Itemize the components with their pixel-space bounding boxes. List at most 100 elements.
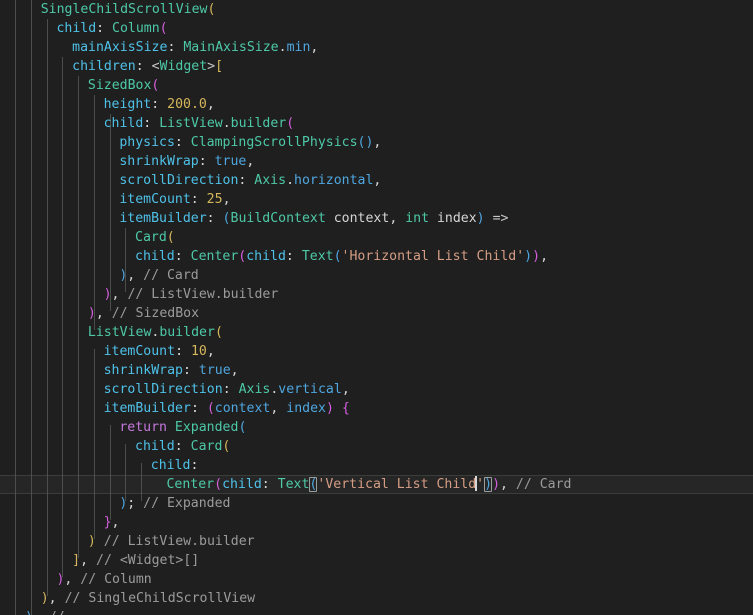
code-line[interactable]: ), // SingleChildScrollView bbox=[0, 589, 753, 608]
code-line[interactable]: itemBuilder: (context, index) { bbox=[0, 399, 753, 418]
code-line[interactable]: child: Center(child: Text('Horizontal Li… bbox=[0, 247, 753, 266]
code-editor[interactable]: SingleChildScrollView(child: Column(main… bbox=[0, 0, 753, 615]
code-token: physics bbox=[119, 135, 175, 150]
code-token: ( bbox=[222, 211, 231, 226]
code-line[interactable]: scrollDirection: Axis.vertical, bbox=[0, 380, 753, 399]
code-token: Center bbox=[190, 249, 239, 264]
code-token: ( bbox=[206, 401, 215, 416]
code-token: ' bbox=[476, 477, 485, 492]
code-line[interactable]: mainAxisSize: MainAxisSize.min, bbox=[0, 38, 753, 57]
code-token: itemBuilder bbox=[103, 401, 191, 416]
code-token: child bbox=[222, 477, 262, 492]
code-token: , bbox=[373, 135, 382, 150]
code-line[interactable]: children: <Widget>[ bbox=[0, 57, 753, 76]
code-token: ( bbox=[159, 21, 168, 36]
code-line[interactable]: ), // Card bbox=[0, 266, 753, 285]
code-token: , bbox=[500, 477, 508, 492]
code-line[interactable]: physics: ClampingScrollPhysics(), bbox=[0, 133, 753, 152]
code-token: builder bbox=[159, 325, 215, 340]
code-line[interactable]: ], // <Widget>[] bbox=[0, 551, 753, 570]
code-token: ListView bbox=[159, 116, 223, 131]
code-line[interactable]: ListView.builder( bbox=[0, 323, 753, 342]
code-token: ( bbox=[207, 2, 216, 17]
code-token: : bbox=[143, 116, 160, 131]
code-line[interactable]: shrinkWrap: true, bbox=[0, 361, 753, 380]
code-token: : bbox=[174, 439, 191, 454]
code-token: ) bbox=[524, 249, 533, 264]
code-token: ) bbox=[484, 477, 493, 492]
code-token: : bbox=[96, 21, 113, 36]
code-token: child bbox=[56, 21, 97, 36]
code-token: children bbox=[72, 59, 136, 74]
code-token: : bbox=[238, 173, 255, 188]
code-token: 'Horizontal List Child' bbox=[341, 249, 525, 264]
code-token: ( bbox=[214, 325, 223, 340]
code-token: ) bbox=[103, 287, 112, 302]
code-token: true bbox=[198, 363, 231, 378]
code-line[interactable]: ), // SizedBox bbox=[0, 304, 753, 323]
code-line[interactable]: }, bbox=[0, 513, 753, 532]
code-token: true bbox=[214, 154, 247, 169]
code-line[interactable]: child: ListView.builder( bbox=[0, 114, 753, 133]
code-line[interactable]: Center(child: Text('Vertical List Child'… bbox=[0, 475, 753, 494]
code-token: horizontal bbox=[294, 173, 374, 188]
code-token: , bbox=[33, 610, 41, 615]
code-token: , bbox=[80, 553, 89, 568]
code-line[interactable]: SizedBox( bbox=[0, 76, 753, 95]
code-line[interactable]: child: Card( bbox=[0, 437, 753, 456]
code-line[interactable]: ), // ListView.builder bbox=[0, 285, 753, 304]
code-token: context bbox=[214, 401, 271, 416]
code-line[interactable]: Card( bbox=[0, 228, 753, 247]
code-token: : bbox=[285, 249, 302, 264]
code-token: : bbox=[222, 382, 239, 397]
code-token: , bbox=[206, 97, 215, 112]
code-line[interactable]: itemCount: 25, bbox=[0, 190, 753, 209]
code-lines[interactable]: SingleChildScrollView(child: Column(main… bbox=[0, 0, 753, 615]
code-token: : bbox=[151, 97, 168, 112]
code-token: // <Widget>[] bbox=[88, 553, 200, 568]
code-line[interactable]: scrollDirection: Axis.horizontal, bbox=[0, 171, 753, 190]
code-token: : bbox=[206, 211, 223, 226]
code-token: 200.0 bbox=[167, 97, 207, 112]
code-token: shrinkWrap bbox=[103, 363, 183, 378]
code-line[interactable]: shrinkWrap: true, bbox=[0, 152, 753, 171]
code-token: ( bbox=[286, 116, 295, 131]
code-token: , bbox=[206, 344, 215, 359]
code-token: ( bbox=[166, 230, 175, 245]
code-token: MainAxisSize bbox=[183, 40, 279, 55]
code-line[interactable]: itemCount: 10, bbox=[0, 342, 753, 361]
code-token: scrollDirection bbox=[119, 173, 239, 188]
code-token: . bbox=[222, 116, 231, 131]
code-token: vertical bbox=[278, 382, 342, 397]
code-line[interactable]: ), // ... bbox=[0, 608, 753, 615]
code-line[interactable]: SingleChildScrollView( bbox=[0, 0, 753, 19]
code-line[interactable]: height: 200.0, bbox=[0, 95, 753, 114]
code-line[interactable]: child: Column( bbox=[0, 19, 753, 38]
code-token: : bbox=[261, 477, 278, 492]
code-line[interactable]: itemBuilder: (BuildContext context, int … bbox=[0, 209, 753, 228]
code-token: : bbox=[175, 344, 191, 359]
code-token: ) bbox=[87, 534, 96, 549]
code-token: BuildContext bbox=[230, 211, 326, 226]
code-token: child bbox=[246, 249, 286, 264]
code-token: ) bbox=[25, 610, 33, 615]
code-token: context bbox=[325, 211, 390, 226]
code-token: 10 bbox=[190, 344, 207, 359]
code-token: : bbox=[183, 363, 199, 378]
code-line[interactable]: return Expanded( bbox=[0, 418, 753, 437]
code-line[interactable]: ) // ListView.builder bbox=[0, 532, 753, 551]
code-line[interactable]: ), // Column bbox=[0, 570, 753, 589]
code-token: Widget bbox=[159, 59, 208, 74]
code-token: [ bbox=[215, 59, 224, 74]
code-token: Card bbox=[190, 439, 223, 454]
code-token: , bbox=[270, 401, 287, 416]
code-token: ] bbox=[72, 553, 81, 568]
code-token: // ... bbox=[41, 610, 97, 615]
code-token: : bbox=[174, 135, 191, 150]
code-line[interactable]: child: bbox=[0, 456, 753, 475]
code-line[interactable]: ); // Expanded bbox=[0, 494, 753, 513]
code-token: builder bbox=[230, 116, 287, 131]
code-token: , bbox=[222, 192, 231, 207]
